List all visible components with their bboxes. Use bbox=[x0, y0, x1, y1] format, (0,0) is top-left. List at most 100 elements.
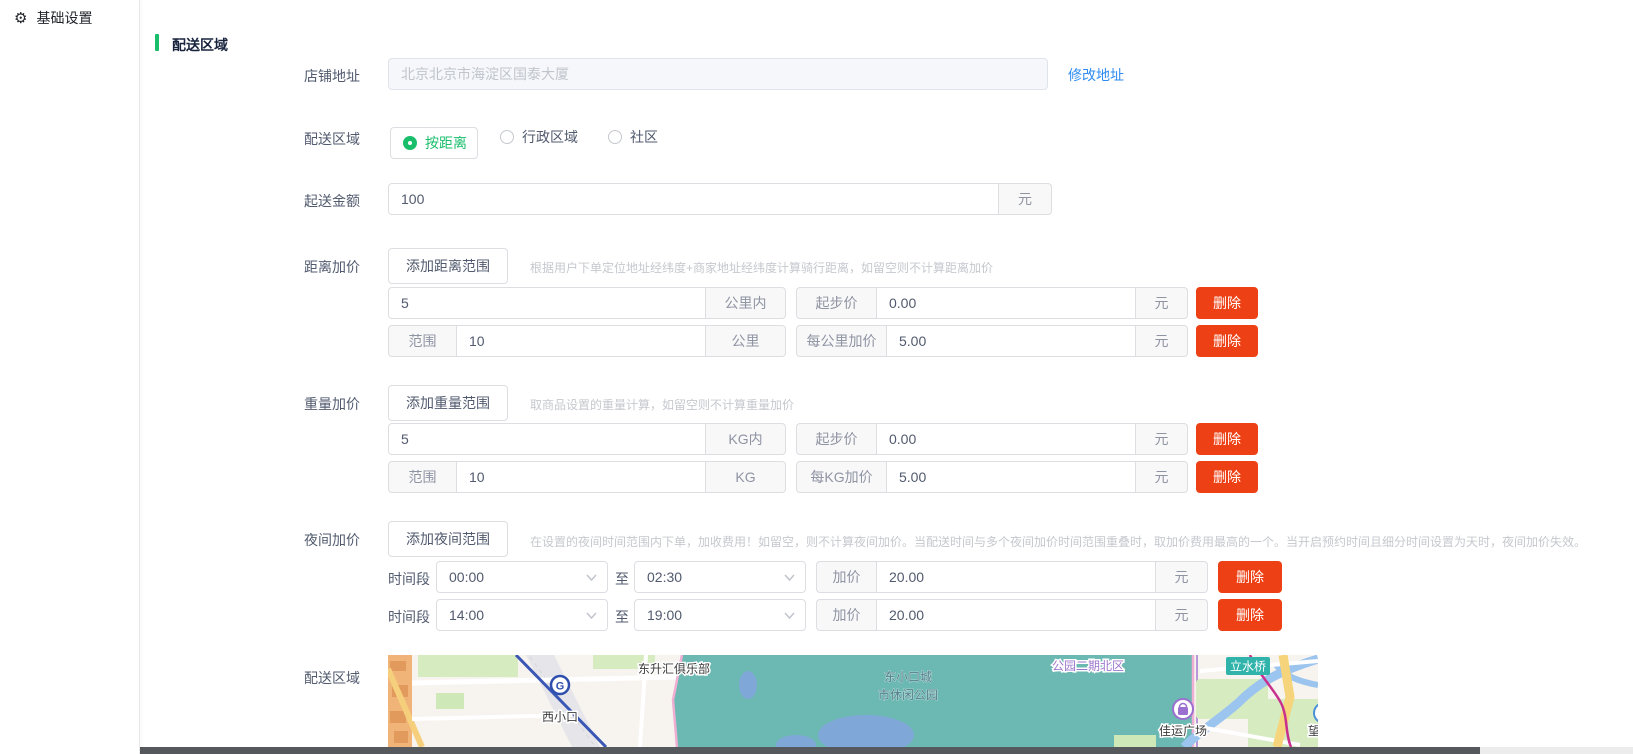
chevron-down-icon bbox=[586, 574, 597, 581]
weight-row2-price-label: 每KG加价 bbox=[796, 461, 886, 493]
night-row1-price-input[interactable] bbox=[876, 561, 1156, 593]
distance-row1-price-input[interactable] bbox=[876, 287, 1136, 319]
weight-row2-delete-button[interactable]: 删除 bbox=[1196, 461, 1258, 493]
radio-unselected-icon bbox=[608, 130, 622, 144]
map-label-wangchun: 望春 bbox=[1308, 724, 1318, 738]
night-row2-end-value: 19:00 bbox=[647, 607, 682, 623]
distance-row1-range-group: 公里内 bbox=[388, 287, 786, 319]
chevron-down-icon bbox=[784, 612, 795, 619]
sidebar: ⚙ 基础设置 bbox=[0, 0, 140, 754]
radio-label: 行政区域 bbox=[522, 127, 578, 147]
gear-icon: ⚙ bbox=[14, 11, 27, 26]
distance-row1-price-unit: 元 bbox=[1136, 287, 1188, 319]
weight-row1-price-group: 起步价 元 bbox=[796, 423, 1188, 455]
night-row1-label: 时间段 bbox=[388, 569, 436, 589]
weight-label: 重量加价 bbox=[266, 394, 360, 414]
weight-row2-value-input[interactable] bbox=[456, 461, 706, 493]
night-label: 夜间加价 bbox=[266, 530, 360, 550]
radio-label: 按距离 bbox=[425, 133, 467, 153]
map-section-label: 配送区域 bbox=[266, 668, 360, 688]
night-row1-start-value: 00:00 bbox=[449, 569, 484, 585]
weight-row1-price-unit: 元 bbox=[1136, 423, 1188, 455]
night-row2-delete-button[interactable]: 删除 bbox=[1218, 599, 1282, 631]
weight-row1-price-input[interactable] bbox=[876, 423, 1136, 455]
map-label-gongyuan-erqi: 公园二期北区 bbox=[1052, 659, 1124, 673]
main-content bbox=[141, 0, 1633, 754]
weight-row1-range-group: KG内 bbox=[388, 423, 786, 455]
distance-row2-price-label: 每公里加价 bbox=[796, 325, 886, 357]
min-order-label: 起送金额 bbox=[266, 191, 360, 211]
night-row2-end-select[interactable]: 19:00 bbox=[634, 599, 806, 631]
store-address-label: 店铺地址 bbox=[266, 66, 360, 86]
radio-by-distance[interactable]: 按距离 bbox=[390, 127, 478, 159]
radio-community[interactable]: 社区 bbox=[608, 127, 658, 147]
delivery-settings-page: ⚙ 基础设置 配送区域 店铺地址 修改地址 配送区域 按距离 行政区域 社区 起… bbox=[0, 0, 1633, 754]
radio-selected-icon bbox=[403, 136, 417, 150]
horizontal-scrollbar-thumb[interactable] bbox=[0, 747, 1480, 754]
radio-label: 社区 bbox=[630, 127, 658, 147]
sidebar-item-basic-settings[interactable]: ⚙ 基础设置 bbox=[0, 0, 139, 36]
store-address-input[interactable] bbox=[388, 58, 1048, 90]
night-row2-price-label: 加价 bbox=[816, 599, 876, 631]
distance-row1-price-label: 起步价 bbox=[796, 287, 876, 319]
distance-row2-price-input[interactable] bbox=[886, 325, 1136, 357]
distance-row2-price-group: 每公里加价 元 bbox=[796, 325, 1188, 357]
night-row2-label: 时间段 bbox=[388, 607, 436, 627]
night-row1-price-label: 加价 bbox=[816, 561, 876, 593]
weight-row1-price-label: 起步价 bbox=[796, 423, 876, 455]
distance-row1-value-input[interactable] bbox=[388, 287, 706, 319]
map-label-park-line1: 东小口城 bbox=[884, 670, 932, 684]
night-row2-price-unit: 元 bbox=[1156, 599, 1208, 631]
night-row1-price-group: 加价 元 bbox=[816, 561, 1208, 593]
chevron-down-icon bbox=[784, 574, 795, 581]
delivery-area-map[interactable]: G 东升汇 bbox=[388, 655, 1318, 747]
min-order-unit: 元 bbox=[999, 183, 1052, 215]
night-row1-price-unit: 元 bbox=[1156, 561, 1208, 593]
weight-row1-delete-button[interactable]: 删除 bbox=[1196, 423, 1258, 455]
weight-row2-unit: KG bbox=[706, 461, 786, 493]
section-accent-bar bbox=[155, 34, 159, 51]
distance-row2-price-unit: 元 bbox=[1136, 325, 1188, 357]
distance-row2-value-input[interactable] bbox=[456, 325, 706, 357]
radio-unselected-icon bbox=[500, 130, 514, 144]
distance-row2-range-group: 范围 公里 bbox=[388, 325, 786, 357]
distance-row1-price-group: 起步价 元 bbox=[796, 287, 1188, 319]
add-night-range-button[interactable]: 添加夜间范围 bbox=[388, 521, 508, 557]
distance-row2-unit: 公里 bbox=[706, 325, 786, 357]
night-row1-delete-button[interactable]: 删除 bbox=[1218, 561, 1282, 593]
distance-row1-delete-button[interactable]: 删除 bbox=[1196, 287, 1258, 319]
night-row2-to: 至 bbox=[612, 607, 632, 627]
distance-row1-unit: 公里内 bbox=[706, 287, 786, 319]
weight-row2-range-group: 范围 KG bbox=[388, 461, 786, 493]
weight-row2-price-unit: 元 bbox=[1136, 461, 1188, 493]
night-row2-start-select[interactable]: 14:00 bbox=[436, 599, 608, 631]
min-order-input[interactable] bbox=[388, 183, 999, 215]
night-row1-to: 至 bbox=[612, 569, 632, 589]
add-distance-range-button[interactable]: 添加距离范围 bbox=[388, 248, 508, 284]
distance-row2-delete-button[interactable]: 删除 bbox=[1196, 325, 1258, 357]
weight-row2-price-group: 每KG加价 元 bbox=[796, 461, 1188, 493]
map-label-xixiaokou: 西小口 bbox=[542, 710, 578, 724]
night-hint: 在设置的夜间时间范围内下单，加收费用！如留空，则不计算夜间加价。当配送时间与多个… bbox=[530, 533, 1586, 550]
metro-station-icon: G bbox=[556, 681, 565, 693]
area-mode-label: 配送区域 bbox=[266, 129, 360, 149]
radio-admin-region[interactable]: 行政区域 bbox=[500, 127, 578, 147]
map-label-jiayun: 佳运广场 bbox=[1159, 724, 1207, 738]
weight-row1-value-input[interactable] bbox=[388, 423, 706, 455]
night-row1-end-select[interactable]: 02:30 bbox=[634, 561, 806, 593]
distance-row2-range-label: 范围 bbox=[388, 325, 456, 357]
add-weight-range-button[interactable]: 添加重量范围 bbox=[388, 385, 508, 421]
night-row1-start-select[interactable]: 00:00 bbox=[436, 561, 608, 593]
weight-row2-price-input[interactable] bbox=[886, 461, 1136, 493]
modify-address-link[interactable]: 修改地址 bbox=[1068, 65, 1124, 85]
map-label-dongshenghui: 东升汇俱乐部 bbox=[638, 661, 710, 676]
weight-row2-range-label: 范围 bbox=[388, 461, 456, 493]
night-row1-end-value: 02:30 bbox=[647, 569, 682, 585]
map-label-lishuiqiao: 立水桥 bbox=[1230, 659, 1266, 674]
weight-hint: 取商品设置的重量计算，如留空则不计算重量加价 bbox=[530, 396, 794, 413]
sidebar-item-label: 基础设置 bbox=[36, 8, 92, 28]
weight-row1-unit: KG内 bbox=[706, 423, 786, 455]
chevron-down-icon bbox=[586, 612, 597, 619]
night-row2-price-input[interactable] bbox=[876, 599, 1156, 631]
section-title: 配送区域 bbox=[172, 35, 228, 55]
